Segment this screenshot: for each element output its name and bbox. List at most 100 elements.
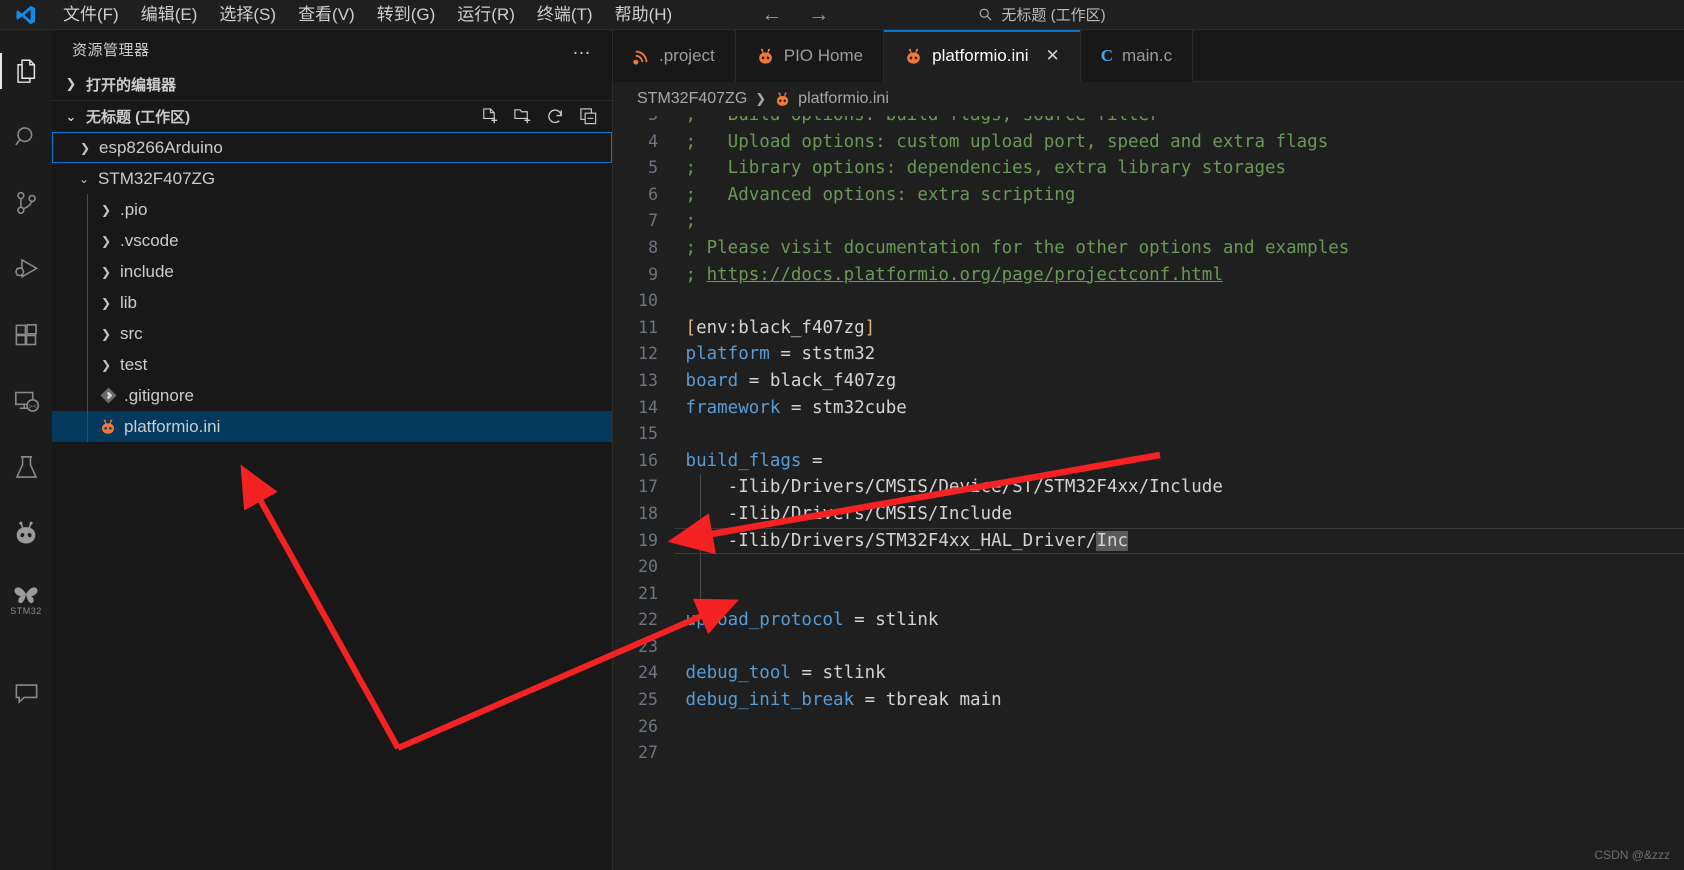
menu-terminal[interactable]: 终端(T) (526, 1, 604, 29)
code-line-10[interactable]: 10 (613, 288, 1684, 315)
back-arrow-icon[interactable]: ← (761, 4, 782, 25)
activity-stm32[interactable]: STM32 (0, 566, 52, 632)
title-bar: 文件(F) 编辑(E) 选择(S) 查看(V) 转到(G) 运行(R) 终端(T… (0, 0, 1684, 30)
command-center-text: 无标题 (工作区) (1001, 7, 1106, 24)
code-line-22[interactable]: 22 upload_protocol = stlink (613, 607, 1684, 634)
indent-guide (87, 380, 88, 411)
code-line-19[interactable]: 19 -Ilib/Drivers/STM32F4xx_HAL_Driver/In… (613, 527, 1684, 555)
code-token: ; (675, 264, 707, 285)
doc-link[interactable]: https://docs.platformio.org/page/project… (707, 265, 1223, 285)
chevron-right-icon[interactable]: ❯ (75, 141, 95, 155)
breadcrumb: STM32F407ZG ❯ platformio.ini (613, 82, 1684, 116)
code-line-23[interactable]: 23 (613, 634, 1684, 661)
activity-search[interactable] (0, 104, 52, 170)
indent-guide (700, 554, 701, 581)
activity-explorer[interactable] (0, 38, 52, 104)
code-line-15[interactable]: 15 (613, 421, 1684, 448)
activity-run-debug[interactable] (0, 236, 52, 302)
code-line-17[interactable]: 17 -Ilib/Drivers/CMSIS/Device/ST/STM32F4… (613, 474, 1684, 501)
platformio-alien-icon (758, 48, 772, 64)
tree-folder-vscode[interactable]: ❯ .vscode (52, 225, 612, 256)
code-line-20[interactable]: 20 (613, 554, 1684, 581)
code-line-13[interactable]: 13 board = black_f407zg (613, 368, 1684, 395)
menu-help[interactable]: 帮助(H) (604, 1, 684, 29)
tree-folder-test[interactable]: ❯ test (52, 349, 612, 380)
chevron-right-icon[interactable]: ❯ (96, 296, 116, 310)
platformio-alien-icon (777, 92, 789, 106)
collapse-all-icon[interactable] (579, 107, 598, 126)
code-line-16[interactable]: 16 build_flags = (613, 448, 1684, 475)
editor-tab-platformio-ini[interactable]: platformio.ini ✕ (884, 30, 1081, 82)
vscode-window: 文件(F) 编辑(E) 选择(S) 查看(V) 转到(G) 运行(R) 终端(T… (0, 0, 1684, 870)
tree-folder-include[interactable]: ❯ include (52, 256, 612, 287)
code-editor[interactable]: 3 ; Build options: build flags, source f… (613, 116, 1684, 870)
breadcrumb-item-file[interactable]: platformio.ini (774, 90, 889, 108)
tree-folder-lib[interactable]: ❯ lib (52, 287, 612, 318)
chevron-right-icon[interactable]: ❯ (96, 265, 116, 279)
activity-source-control[interactable] (0, 170, 52, 236)
chevron-down-icon[interactable]: ⌄ (74, 172, 94, 186)
activity-remote-explorer[interactable]: >< (0, 368, 52, 434)
breadcrumb-item-folder[interactable]: STM32F407ZG (637, 90, 747, 108)
tree-file-gitignore[interactable]: .gitignore (52, 380, 612, 411)
menu-go[interactable]: 转到(G) (366, 1, 447, 29)
code-line-14[interactable]: 14 framework = stm32cube (613, 395, 1684, 422)
code-line-11[interactable]: 11 [env:black_f407zg] (613, 315, 1684, 342)
code-line-24[interactable]: 24 debug_tool = stlink (613, 660, 1684, 687)
activity-platformio[interactable] (0, 500, 52, 566)
tree-folder-src[interactable]: ❯ src (52, 318, 612, 349)
code-line-8[interactable]: 8 ; Please visit documentation for the o… (613, 235, 1684, 262)
selected-text: Inc (1096, 530, 1129, 551)
source-control-icon (16, 191, 36, 214)
code-line-4[interactable]: 4 ; Upload options: custom upload port, … (613, 129, 1684, 156)
code-line-7[interactable]: 7 ; (613, 208, 1684, 235)
code-line-26[interactable]: 26 (613, 714, 1684, 741)
code-line-18[interactable]: 18 -Ilib/Drivers/CMSIS/Include (613, 500, 1684, 528)
chevron-right-icon[interactable]: ❯ (96, 203, 116, 217)
editor-tab--project[interactable]: .project (613, 30, 736, 82)
tree-item-label: platformio.ini (124, 416, 221, 436)
indent-guide (87, 349, 88, 380)
code-line-9[interactable]: 9 ; https://docs.platformio.org/page/pro… (613, 262, 1684, 289)
tree-folder-pio[interactable]: ❯ .pio (52, 194, 612, 225)
code-line-21[interactable]: 21 (613, 580, 1684, 608)
code-line-5[interactable]: 5 ; Library options: dependencies, extra… (613, 155, 1684, 182)
code-line-25[interactable]: 25 debug_init_break = tbreak main (613, 687, 1684, 714)
tree-folder-stm32f407zg[interactable]: ⌄ STM32F407ZG (52, 163, 612, 194)
close-icon[interactable]: ✕ (1045, 46, 1059, 66)
code-line-3[interactable]: 3 ; Build options: build flags, source f… (613, 116, 1684, 129)
explorer-more-actions-button[interactable]: … (572, 39, 592, 58)
new-file-icon[interactable] (480, 107, 499, 126)
line-number: 23 (638, 636, 658, 656)
menu-run[interactable]: 运行(R) (446, 1, 526, 29)
menu-file[interactable]: 文件(F) (52, 1, 130, 29)
section-workspace[interactable]: ⌄ 无标题 (工作区) (52, 100, 612, 132)
chevron-right-icon[interactable]: ❯ (96, 358, 116, 372)
tree-folder-esp8266arduino[interactable]: ❯ esp8266Arduino (52, 132, 612, 163)
code-line-27[interactable]: 27 (613, 740, 1684, 767)
activity-testing[interactable] (0, 434, 52, 500)
chevron-right-icon[interactable]: ❯ (96, 234, 116, 248)
refresh-icon[interactable] (546, 107, 565, 126)
code-token: platform (675, 344, 770, 365)
section-open-editors[interactable]: ❯ 打开的编辑器 (52, 68, 612, 100)
new-folder-icon[interactable] (513, 107, 532, 126)
code-line-text: -Ilib/Drivers/STM32F4xx_HAL_Driver/Inc (675, 528, 1129, 555)
menu-selection[interactable]: 选择(S) (208, 1, 287, 29)
chevron-right-icon[interactable]: ❯ (96, 327, 116, 341)
tree-file-platformio-ini[interactable]: platformio.ini (52, 411, 612, 442)
activity-comments[interactable] (0, 660, 52, 726)
editor-tab-pio-home[interactable]: PIO Home (735, 30, 885, 82)
editor-tab-main-c[interactable]: Cmain.c (1080, 30, 1194, 82)
menu-view[interactable]: 查看(V) (287, 1, 366, 29)
activity-extensions[interactable] (0, 302, 52, 368)
command-center-search[interactable]: 无标题 (工作区) (877, 4, 1207, 26)
code-line-6[interactable]: 6 ; Advanced options: extra scripting (613, 182, 1684, 209)
menu-edit[interactable]: 编辑(E) (130, 1, 209, 29)
code-token: ] (864, 317, 876, 338)
explorer-title: 资源管理器 (72, 41, 150, 59)
code-line-12[interactable]: 12 platform = ststm32 (613, 341, 1684, 368)
forward-arrow-icon[interactable]: → (808, 4, 829, 25)
chevron-right-icon: ❯ (755, 91, 767, 106)
code-token: ; Please visit documentation for the oth… (675, 237, 1350, 258)
